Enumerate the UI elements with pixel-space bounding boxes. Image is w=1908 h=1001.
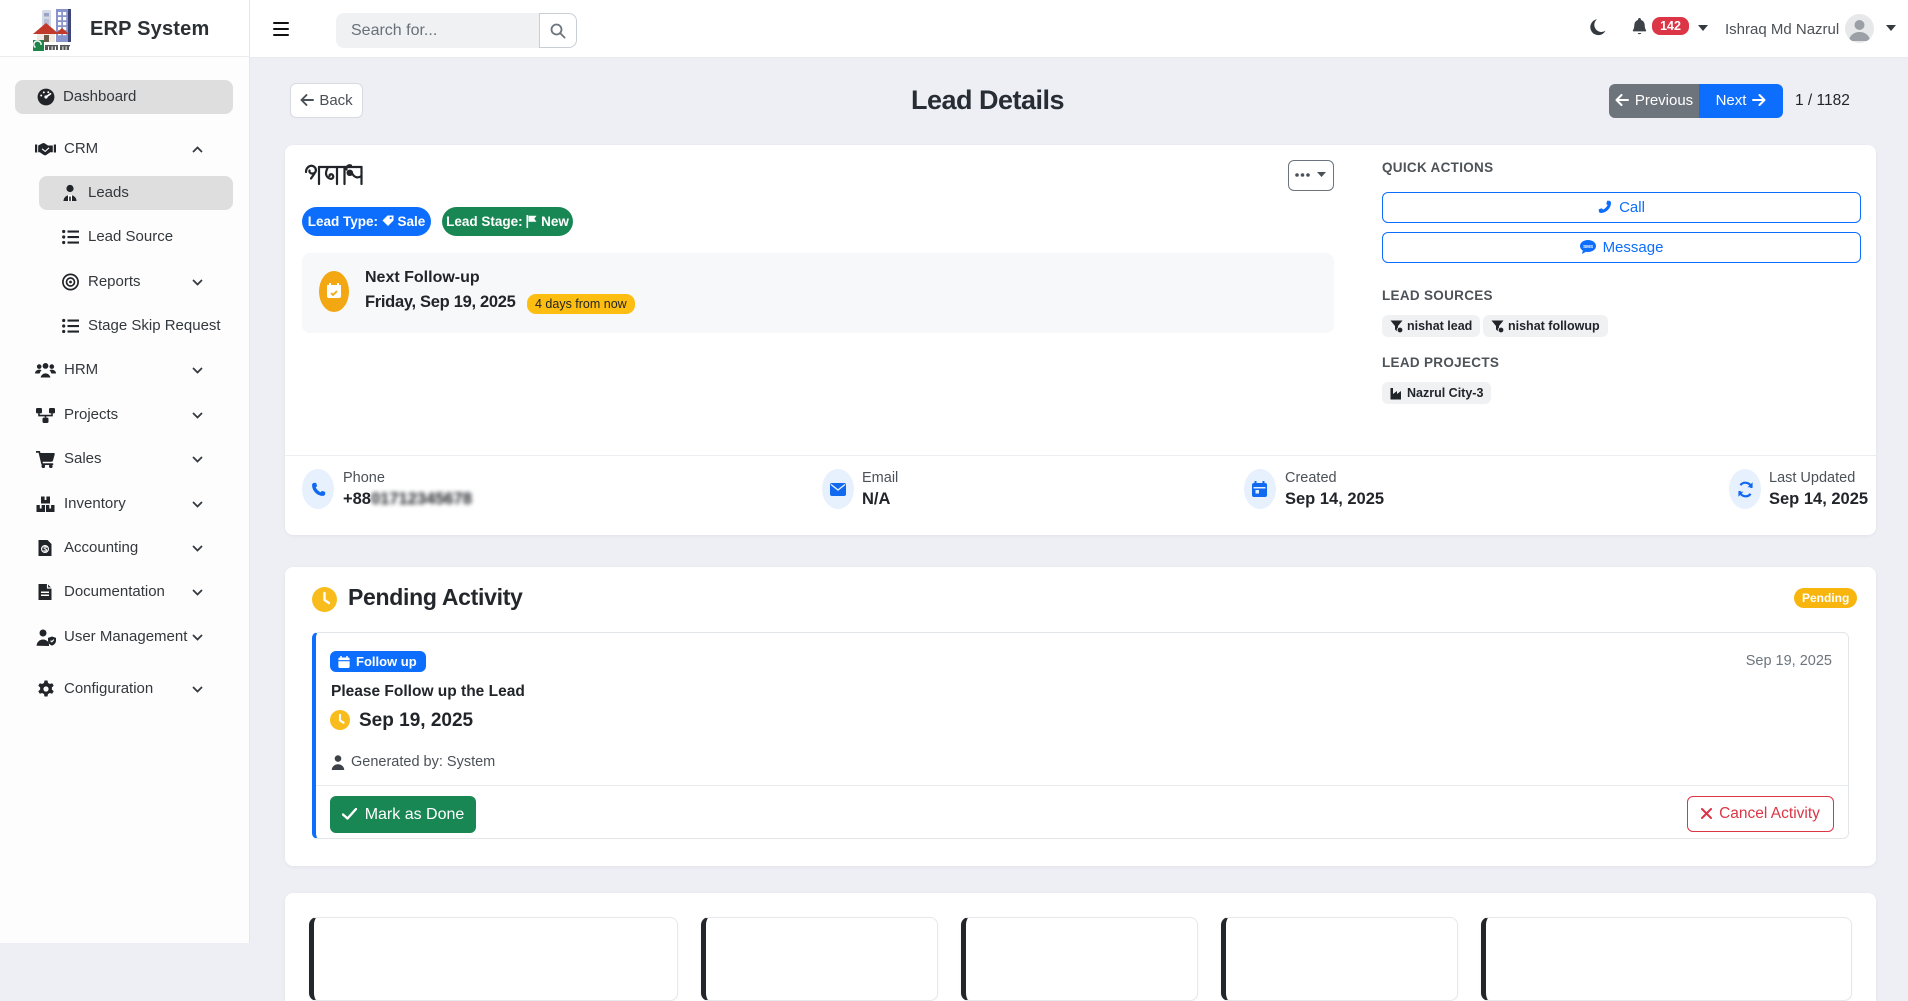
svg-text:$: $: [43, 547, 47, 554]
svg-text:SMS: SMS: [1583, 244, 1593, 249]
